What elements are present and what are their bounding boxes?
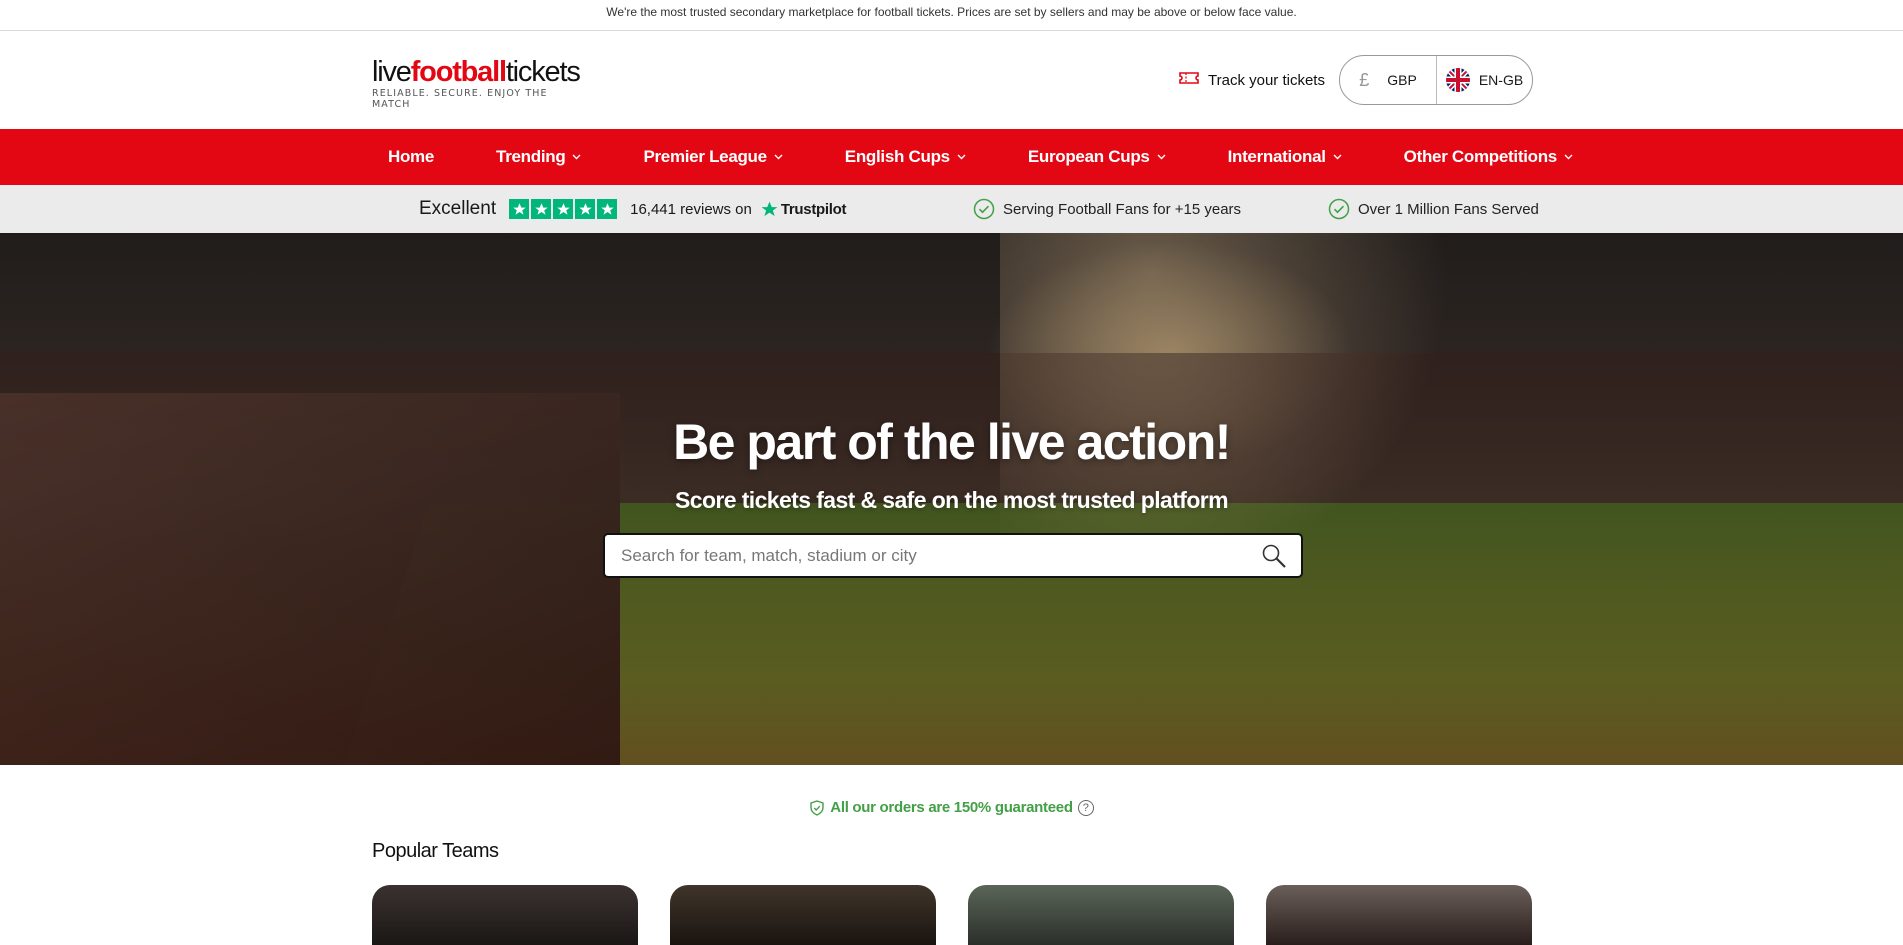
nav-item-european-cups[interactable]: European Cups	[1028, 147, 1166, 167]
pound-icon: £	[1359, 69, 1370, 90]
rating-stars	[509, 199, 618, 219]
logo-wordmark: livefootballtickets	[372, 56, 581, 88]
uk-flag-icon	[1445, 68, 1470, 92]
nav-item-premier-league[interactable]: Premier League	[643, 147, 783, 167]
check-circle-icon	[1328, 198, 1350, 220]
chevron-down-icon	[1564, 154, 1573, 160]
nav-item-other-competitions[interactable]: Other Competitions	[1404, 147, 1573, 167]
hero-subtitle: Score tickets fast & safe on the most tr…	[675, 487, 1229, 513]
check-circle-icon	[973, 198, 995, 220]
usp-years: Serving Football Fans for +15 years	[973, 185, 1241, 233]
info-icon[interactable]: ?	[1077, 799, 1094, 816]
main-nav: Home Trending Premier League English Cup…	[0, 129, 1903, 185]
search-input[interactable]	[621, 545, 1261, 566]
search-icon[interactable]	[1261, 543, 1287, 569]
nav-item-english-cups[interactable]: English Cups	[845, 147, 966, 167]
guarantee-text: All our orders are 150% guaranteed	[830, 799, 1073, 816]
currency-selector[interactable]: £ GBP	[1340, 56, 1437, 104]
ticket-icon	[1178, 70, 1200, 90]
team-card[interactable]	[1266, 885, 1532, 945]
nav-item-home[interactable]: Home	[388, 147, 434, 167]
shield-check-icon	[810, 799, 824, 816]
trustpilot-star-icon	[761, 201, 778, 216]
popular-teams-heading: Popular Teams	[372, 840, 499, 862]
usp-fans: Over 1 Million Fans Served	[1328, 185, 1539, 233]
trustpilot-widget[interactable]: Excellent 16,441 reviews on Trustpilot	[419, 185, 846, 233]
search-bar	[603, 533, 1303, 578]
chevron-down-icon	[1333, 154, 1342, 160]
announcement-text: We're the most trusted secondary marketp…	[606, 5, 1297, 19]
popular-teams-carousel	[372, 885, 1532, 945]
chevron-down-icon	[774, 154, 783, 160]
star-icon	[597, 199, 618, 219]
star-icon	[553, 199, 574, 219]
track-tickets-label: Track your tickets	[1208, 71, 1325, 89]
guarantee-banner: All our orders are 150% guaranteed ?	[0, 799, 1903, 816]
team-card[interactable]	[372, 885, 638, 945]
team-card[interactable]	[968, 885, 1234, 945]
trustpilot-rating-label: Excellent	[419, 198, 497, 219]
logo-tagline: RELIABLE. SECURE. ENJOY THE MATCH	[372, 88, 548, 110]
star-icon	[575, 199, 596, 219]
currency-label: GBP	[1387, 72, 1417, 88]
chevron-down-icon	[572, 154, 581, 160]
site-logo[interactable]: livefootballtickets RELIABLE. SECURE. EN…	[372, 56, 581, 111]
trust-bar: Excellent 16,441 reviews on Trustpilot S…	[0, 185, 1903, 233]
language-selector[interactable]: EN-GB	[1437, 56, 1532, 104]
hero-banner: Be part of the live action! Score ticket…	[0, 233, 1903, 765]
announcement-bar: We're the most trusted secondary marketp…	[0, 0, 1903, 31]
nav-item-trending[interactable]: Trending	[496, 147, 581, 167]
star-icon	[509, 199, 530, 219]
language-label: EN-GB	[1478, 72, 1524, 88]
track-tickets-link[interactable]: Track your tickets	[1178, 70, 1325, 90]
star-icon	[531, 199, 552, 219]
trustpilot-logo: Trustpilot	[760, 200, 846, 219]
site-header: livefootballtickets RELIABLE. SECURE. EN…	[0, 31, 1903, 129]
chevron-down-icon	[957, 154, 966, 160]
nav-item-international[interactable]: International	[1228, 147, 1342, 167]
locale-switcher: £ GBP EN-GB	[1339, 55, 1533, 105]
chevron-down-icon	[1157, 154, 1166, 160]
hero-title: Be part of the live action!	[673, 414, 1231, 470]
team-card[interactable]	[670, 885, 936, 945]
trustpilot-review-count: 16,441 reviews on	[630, 200, 752, 218]
